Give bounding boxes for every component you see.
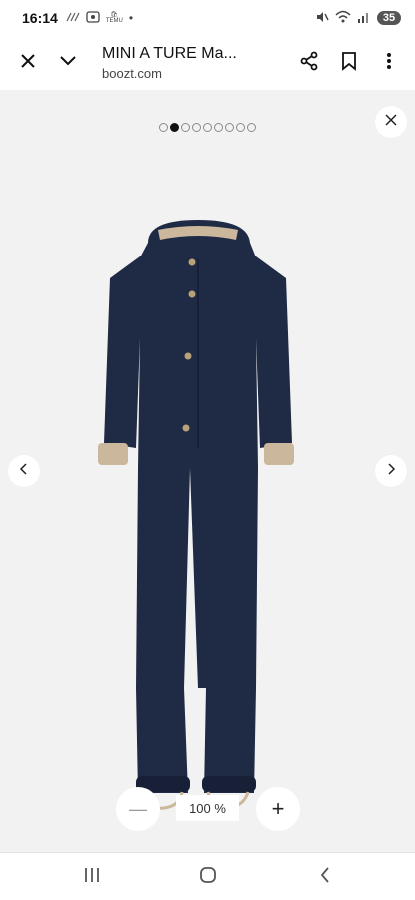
page-title: MINI A TURE Ma... [102,45,237,62]
carousel-dot[interactable] [247,123,256,132]
status-left-icons: 🛍 TEMU • [66,10,134,26]
zoom-out-button[interactable]: — [116,787,160,831]
status-right: 35 [315,10,401,27]
carousel-dot[interactable] [236,123,245,132]
carousel-dot[interactable] [203,123,212,132]
carousel-dot[interactable] [192,123,201,132]
notification-dot-icon: • [128,11,134,25]
carousel-dot[interactable] [170,123,179,132]
page-domain: boozt.com [102,66,162,81]
previous-image-button[interactable] [8,455,40,487]
zoom-level: 100 % [176,795,239,821]
home-icon [199,866,217,889]
close-icon [385,113,397,131]
chevron-left-icon [19,462,29,481]
screenshot-icon [86,10,100,26]
header-actions [289,43,409,83]
expand-button[interactable] [48,43,88,83]
more-options-button[interactable] [369,43,409,83]
zoom-controls: — 100 % + [0,787,415,831]
more-vert-icon [386,52,392,75]
signal-icon [357,10,371,26]
minus-icon: — [129,798,147,819]
image-viewer: — 100 % + [0,90,415,852]
recents-icon [83,867,101,888]
wifi-calling-icon [66,12,80,25]
back-icon [319,866,331,889]
back-button[interactable] [305,863,345,891]
share-icon [299,51,319,76]
battery-indicator: 35 [377,11,401,25]
carousel-dot[interactable] [225,123,234,132]
temu-app-icon: 🛍 TEMU [105,12,123,24]
carousel-dot[interactable] [159,123,168,132]
zoom-in-button[interactable]: + [256,787,300,831]
carousel-dot[interactable] [214,123,223,132]
browser-header: MINI A TURE Ma... boozt.com [0,36,415,90]
home-button[interactable] [188,863,228,891]
wifi-icon [335,10,351,26]
chevron-right-icon [386,462,396,481]
product-image[interactable] [88,218,308,813]
app-root: 16:14 🛍 TEMU • 35 MINI A TURE Ma... booz… [0,0,415,900]
carousel-dot[interactable] [181,123,190,132]
bookmark-button[interactable] [329,43,369,83]
plus-icon: + [271,796,285,821]
close-viewer-button[interactable] [375,106,407,138]
status-time: 16:14 [22,10,58,26]
bookmark-icon [341,51,357,76]
carousel-dots [0,123,415,132]
chevron-down-icon [59,54,77,72]
recents-button[interactable] [72,863,112,891]
next-image-button[interactable] [375,455,407,487]
status-bar: 16:14 🛍 TEMU • 35 [0,0,415,36]
close-tab-button[interactable] [8,43,48,83]
close-icon [19,52,37,75]
page-title-block[interactable]: MINI A TURE Ma... boozt.com [102,45,289,81]
mute-icon [315,10,329,27]
system-nav-bar [0,852,415,900]
temu-label: TEMU [105,18,123,24]
share-button[interactable] [289,43,329,83]
